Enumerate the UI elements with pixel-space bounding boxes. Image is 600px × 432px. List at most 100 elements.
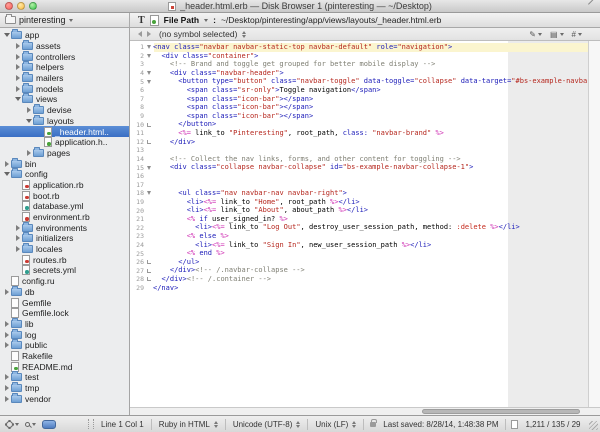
fold-marker-icon[interactable]	[144, 80, 153, 84]
fold-marker-icon[interactable]	[144, 260, 153, 264]
tree-item-environment-rb[interactable]: environment.rb	[0, 212, 129, 223]
code-line-18[interactable]: 18 <ul class="nav navbar-nav navbar-righ…	[130, 189, 588, 198]
disk-browser-button[interactable]	[42, 420, 56, 429]
disclosure-triangle-icon[interactable]	[3, 289, 11, 295]
tree-item-boot-rb[interactable]: boot.rb	[0, 190, 129, 201]
code-line-2[interactable]: 2 <div class="container">	[130, 52, 588, 61]
tree-item-log[interactable]: log	[0, 329, 129, 340]
fold-marker-icon[interactable]	[144, 45, 153, 49]
tree-item-test[interactable]: test	[0, 372, 129, 383]
code-line-17[interactable]: 17	[130, 181, 588, 190]
code-line-8[interactable]: 8 <span class="icon-bar"></span>	[130, 103, 588, 112]
disclosure-triangle-icon[interactable]	[3, 332, 11, 338]
code-line-23[interactable]: 23 <% else %>	[130, 232, 588, 241]
fold-marker-icon[interactable]	[144, 123, 153, 127]
file-icon[interactable]	[150, 15, 159, 26]
code-area[interactable]: 1<nav class="navbar navbar-static-top na…	[130, 41, 600, 415]
language-selector[interactable]: Ruby in HTML	[152, 416, 225, 432]
tree-item-database-yml[interactable]: database.yml	[0, 201, 129, 212]
code-line-6[interactable]: 6 <span class="sr-only">Toggle navigatio…	[130, 86, 588, 95]
tree-item-db[interactable]: db	[0, 287, 129, 298]
disclosure-triangle-icon[interactable]	[3, 374, 11, 380]
tree-item-rakefile[interactable]: Rakefile	[0, 351, 129, 362]
tree-item-config-ru[interactable]: config.ru	[0, 276, 129, 287]
search-menu[interactable]	[25, 422, 36, 427]
tree-item-readme-md[interactable]: README.md	[0, 361, 129, 372]
code-line-11[interactable]: 11 <%= link_to "Pinteresting", root_path…	[130, 129, 588, 138]
code-line-25[interactable]: 25 <% end %>	[130, 249, 588, 258]
disclosure-triangle-icon[interactable]	[25, 150, 33, 156]
code-line-26[interactable]: 26 </ul>	[130, 258, 588, 267]
encoding-selector[interactable]: Unicode (UTF-8)	[226, 416, 308, 432]
tree-item-application-h-[interactable]: application.h..	[0, 137, 129, 148]
code-line-9[interactable]: 9 <span class="icon-bar"></span>	[130, 112, 588, 121]
code-line-13[interactable]: 13	[130, 146, 588, 155]
tree-item-assets[interactable]: assets	[0, 41, 129, 52]
disclosure-triangle-icon[interactable]	[25, 119, 33, 123]
code-line-22[interactable]: 22 <li><%= link_to "Log Out", destroy_us…	[130, 223, 588, 232]
disclosure-triangle-icon[interactable]	[3, 342, 11, 348]
code-line-20[interactable]: 20 <li><%= link_to "About", about_path %…	[130, 206, 588, 215]
toolbar-toggle-icon[interactable]	[587, 3, 595, 11]
code-line-19[interactable]: 19 <li><%= link_to "Home", root_path %><…	[130, 198, 588, 207]
code-line-24[interactable]: 24 <li><%= link_to "Sign In", new_user_s…	[130, 241, 588, 250]
code-line-14[interactable]: 14 <!-- Collect the nav links, forms, an…	[130, 155, 588, 164]
code-line-10[interactable]: 10 </button>	[130, 120, 588, 129]
fold-marker-icon[interactable]	[144, 191, 153, 195]
tree-item-tmp[interactable]: tmp	[0, 383, 129, 394]
tree-item-mailers[interactable]: mailers	[0, 73, 129, 84]
window-resize-grip[interactable]	[589, 421, 598, 430]
documents-menu[interactable]: ▤	[550, 30, 564, 39]
tree-item-initializers[interactable]: initializers	[0, 233, 129, 244]
code-line-21[interactable]: 21 <% if user_signed_in? %>	[130, 215, 588, 224]
horizontal-scrollbar-thumb[interactable]	[422, 409, 580, 414]
tree-item-routes-rb[interactable]: routes.rb	[0, 254, 129, 265]
tree-item-controllers[interactable]: controllers	[0, 51, 129, 62]
project-selector[interactable]: pinteresting	[0, 13, 130, 27]
disclosure-triangle-icon[interactable]	[14, 246, 22, 252]
fold-marker-icon[interactable]	[144, 166, 153, 170]
tree-item-app[interactable]: app	[0, 30, 129, 41]
tree-item-config[interactable]: config	[0, 169, 129, 180]
code-line-29[interactable]: 29</nav>	[130, 284, 588, 293]
disclosure-triangle-icon[interactable]	[14, 54, 22, 60]
tree-item-locales[interactable]: locales	[0, 244, 129, 255]
code-line-1[interactable]: 1<nav class="navbar navbar-static-top na…	[130, 43, 588, 52]
tree-item-gemfile[interactable]: Gemfile	[0, 297, 129, 308]
tree-item-lib[interactable]: lib	[0, 319, 129, 330]
horizontal-scrollbar[interactable]	[130, 407, 600, 415]
disclosure-triangle-icon[interactable]	[14, 86, 22, 92]
disclosure-triangle-icon[interactable]	[25, 107, 33, 113]
code-line-27[interactable]: 27 </div><!-- /.navbar-collapse -->	[130, 266, 588, 275]
line-ending-selector[interactable]: Unix (LF)	[308, 416, 363, 432]
fold-marker-icon[interactable]	[144, 277, 153, 281]
lock-icon[interactable]	[370, 422, 376, 427]
tree-item-helpers[interactable]: helpers	[0, 62, 129, 73]
tree-item--header-html-[interactable]: _header.html..	[0, 126, 129, 137]
vertical-scrollbar[interactable]	[588, 41, 600, 415]
code-line-16[interactable]: 16	[130, 172, 588, 181]
tree-item-vendor[interactable]: vendor	[0, 393, 129, 404]
forward-icon[interactable]	[147, 31, 151, 37]
disclosure-triangle-icon[interactable]	[3, 33, 11, 37]
code-line-15[interactable]: 15 <div class="collapse navbar-collapse"…	[130, 163, 588, 172]
fold-marker-icon[interactable]	[144, 140, 153, 144]
fold-marker-icon[interactable]	[144, 71, 153, 75]
disclosure-triangle-icon[interactable]	[3, 161, 11, 167]
disclosure-triangle-icon[interactable]	[3, 172, 11, 176]
disclosure-triangle-icon[interactable]	[3, 321, 11, 327]
code-line-4[interactable]: 4 <div class="navbar-header">	[130, 69, 588, 78]
tree-item-models[interactable]: models	[0, 83, 129, 94]
disclosure-triangle-icon[interactable]	[3, 385, 11, 391]
tree-item-environments[interactable]: environments	[0, 222, 129, 233]
disclosure-triangle-icon[interactable]	[14, 75, 22, 81]
code-line-7[interactable]: 7 <span class="icon-bar"></span>	[130, 95, 588, 104]
tree-item-public[interactable]: public	[0, 340, 129, 351]
tree-item-views[interactable]: views	[0, 94, 129, 105]
code-line-5[interactable]: 5 <button type="button" class="navbar-to…	[130, 77, 588, 86]
tree-item-layouts[interactable]: layouts	[0, 116, 129, 127]
pencil-menu[interactable]: ✎	[529, 30, 542, 39]
settings-menu[interactable]	[6, 421, 19, 428]
disclosure-triangle-icon[interactable]	[14, 235, 22, 241]
code-line-3[interactable]: 3 <!-- Brand and toggle get grouped for …	[130, 60, 588, 69]
